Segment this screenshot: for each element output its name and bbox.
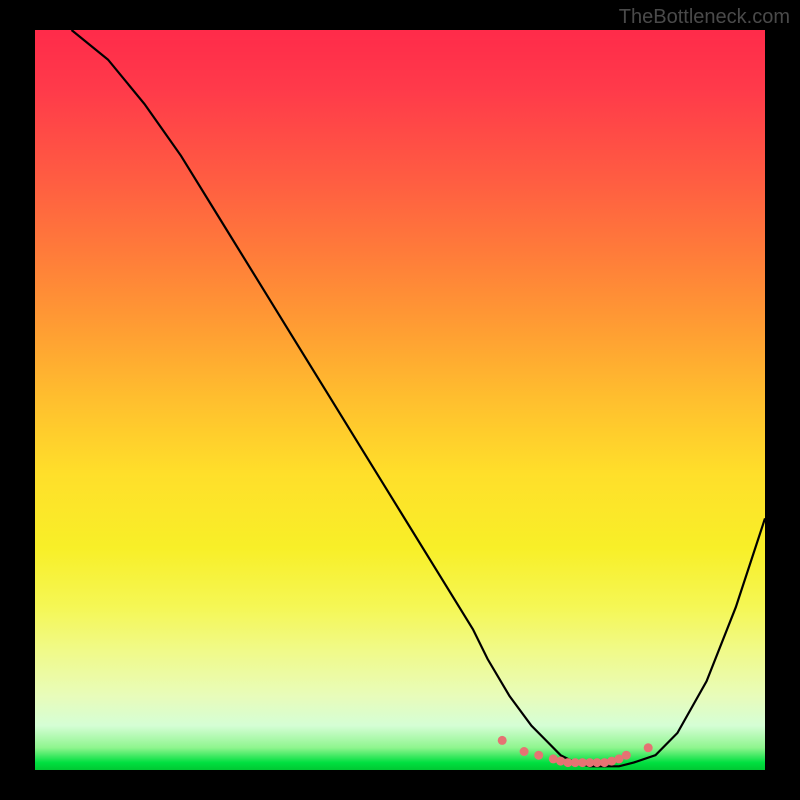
marker-point <box>520 747 529 756</box>
marker-point <box>622 751 631 760</box>
marker-point <box>644 743 653 752</box>
marker-point <box>534 751 543 760</box>
bottleneck-curve-line <box>72 30 766 766</box>
chart-plot-area <box>35 30 765 770</box>
optimal-range-markers <box>498 736 653 767</box>
curve-svg <box>35 30 765 770</box>
marker-point <box>498 736 507 745</box>
watermark-text: TheBottleneck.com <box>619 6 790 29</box>
